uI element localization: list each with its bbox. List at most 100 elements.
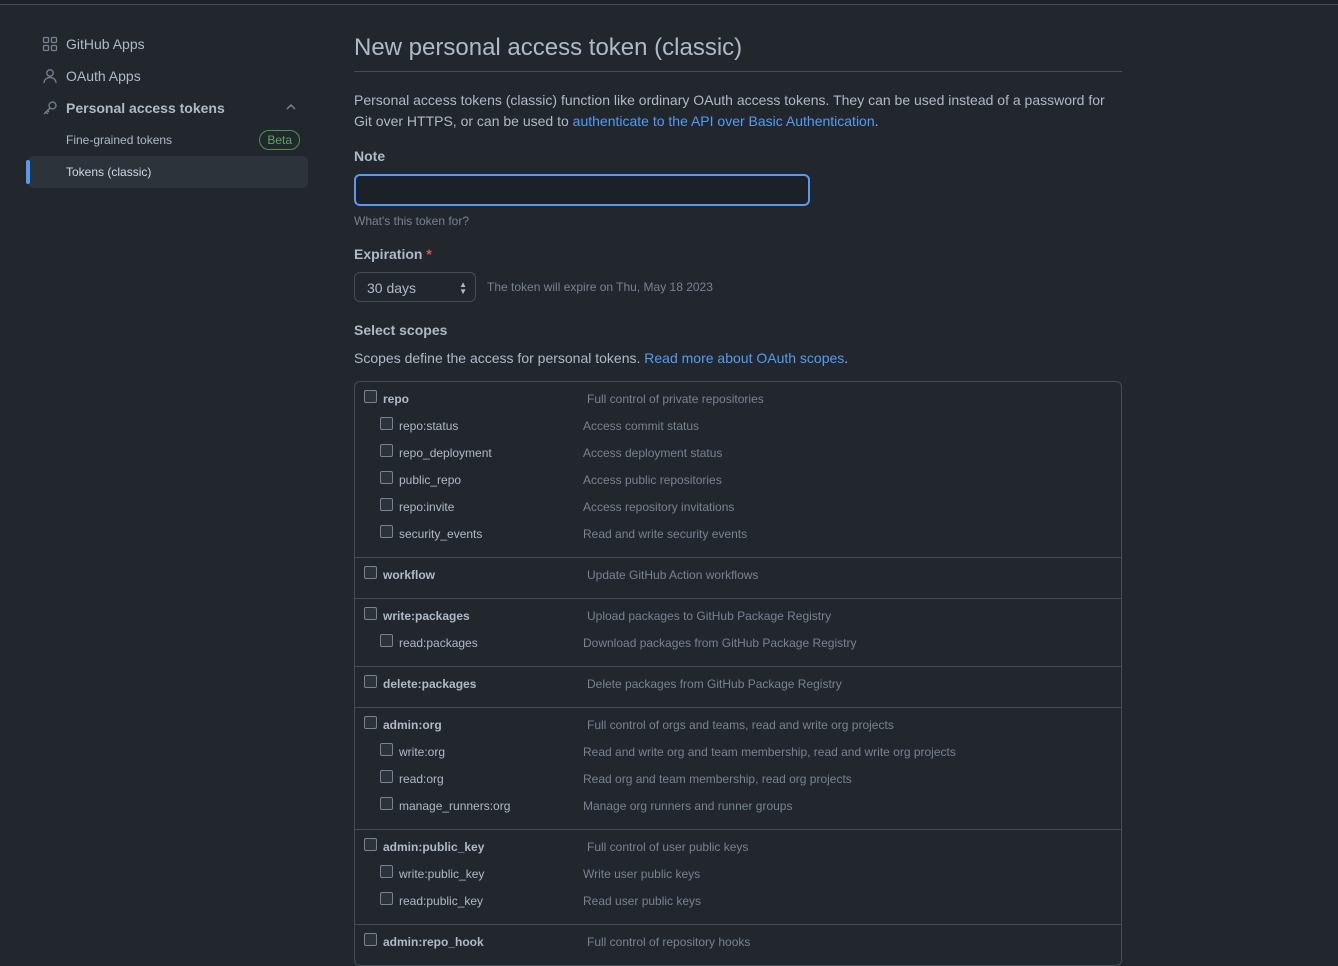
sub-scope-row: read:public_key Read user public keys [355,892,1121,919]
expiration-select[interactable]: 30 days ▲ ▼ [354,272,476,302]
scope-description: Read user public keys [583,894,702,908]
scope-checkbox[interactable] [364,566,377,579]
scope-name: admin:public_key [383,840,485,854]
page-description: Personal access tokens (classic) functio… [354,90,1122,132]
scope-group: admin:repo_hook Full control of repositor… [355,924,1121,965]
scope-name: write:public_key [399,867,485,881]
active-indicator [26,160,30,184]
person-icon [42,68,58,84]
scope-name: write:org [399,745,446,759]
scope-group: workflow Update GitHub Action workflows [355,557,1121,598]
main-content: New personal access token (classic) Pers… [354,28,1122,966]
scope-row: write:packages Upload packages to GitHub … [355,607,1121,634]
scope-checkbox[interactable] [380,797,393,810]
scope-description: Access repository invitations [583,500,735,514]
scope-checkbox[interactable] [380,865,393,878]
scope-checkbox[interactable] [380,471,393,484]
scope-name: admin:repo_hook [383,935,484,949]
scope-group: delete:packages Delete packages from GitH… [355,666,1121,707]
sub-scope-row: read:packages Download packages from GitH… [355,634,1121,661]
scope-row: admin:public_key Full control of user pub… [355,838,1121,865]
scope-checkbox[interactable] [364,838,377,851]
expiration-selected-value: 30 days [367,280,417,296]
scope-group: admin:public_key Full control of user pub… [355,829,1121,924]
expiration-label: Expiration * [354,246,1122,266]
scope-checkbox[interactable] [364,390,377,403]
scope-name: read:public_key [399,894,484,908]
scope-name: manage_runners:org [399,799,511,813]
scope-description: Full control of orgs and teams, read and… [587,718,894,732]
scope-description: Full control of private repositories [587,392,764,406]
sidebar-item-label: Fine-grained tokens [66,133,173,147]
settings-sidebar: GitHub Apps OAuth Apps Personal access t… [26,28,308,188]
scope-description: Download packages from GitHub Package Re… [583,636,857,650]
scope-row: delete:packages Delete packages from GitH… [355,675,1121,702]
basic-auth-link[interactable]: authenticate to the API over Basic Authe… [573,113,875,129]
scope-group: repo Full control of private repositories… [355,382,1121,557]
scope-checkbox[interactable] [364,933,377,946]
scope-checkbox[interactable] [380,634,393,647]
sidebar-item-oauth-apps[interactable]: OAuth Apps [28,60,308,92]
sub-scope-row: repo:status Access commit status [355,417,1121,444]
scope-description: Update GitHub Action workflows [587,568,759,582]
sub-scope-row: read:org Read org and team membership, re… [355,770,1121,797]
scope-description: Upload packages to GitHub Package Regist… [587,609,832,623]
expiration-row: 30 days ▲ ▼ The token will expire on Thu,… [354,272,1122,302]
sidebar-item-personal-access-tokens[interactable]: Personal access tokens [28,92,308,124]
scope-name: admin:org [383,718,442,732]
chevron-up-icon[interactable] [284,100,298,117]
scope-description: Read org and team membership, read org p… [583,772,852,786]
scope-row: admin:org Full control of orgs and teams,… [355,716,1121,743]
scope-checkbox[interactable] [380,525,393,538]
scope-checkbox[interactable] [380,498,393,511]
scope-description: Full control of user public keys [587,840,749,854]
scope-row: admin:repo_hook Full control of repositor… [355,933,1121,960]
scope-checkbox[interactable] [380,743,393,756]
note-input[interactable] [354,174,810,206]
sub-scope-row: public_repo Access public repositories [355,471,1121,498]
sidebar-item-label: GitHub Apps [66,36,145,52]
sidebar-item-tokens-classic[interactable]: Tokens (classic) [26,156,308,188]
sub-scope-row: repo_deployment Access deployment status [355,444,1121,471]
scope-description: Write user public keys [583,867,701,881]
scope-checkbox[interactable] [380,417,393,430]
scope-name: repo:status [399,419,459,433]
scope-checkbox[interactable] [364,607,377,620]
scope-checkbox[interactable] [364,716,377,729]
sidebar-item-github-apps[interactable]: GitHub Apps [28,28,308,60]
scope-name: repo_deployment [399,446,492,460]
sidebar-item-label: Tokens (classic) [66,165,152,179]
expiration-label-text: Expiration [354,246,423,262]
scope-name: delete:packages [383,677,477,691]
scope-description: Delete packages from GitHub Package Regi… [587,677,842,691]
page-title: New personal access token (classic) [354,28,1122,72]
scope-description: Access public repositories [583,473,722,487]
sub-scope-row: write:public_key Write user public keys [355,865,1121,892]
scope-name: public_repo [399,473,462,487]
scope-group: write:packages Upload packages to GitHub … [355,598,1121,666]
top-border [0,0,1338,5]
scope-checkbox[interactable] [380,892,393,905]
sidebar-item-label: Personal access tokens [66,100,225,116]
oauth-scopes-link[interactable]: Read more about OAuth scopes [644,350,844,366]
select-arrows-icon: ▲ ▼ [459,280,467,296]
note-hint: What's this token for? [354,214,470,228]
scope-checkbox[interactable] [380,770,393,783]
scope-name: repo [383,392,410,406]
scope-checkbox[interactable] [380,444,393,457]
select-scopes-label: Select scopes [354,322,448,338]
sub-scope-row: write:org Read and write org and team mem… [355,743,1121,770]
scopes-description: Scopes define the access for personal to… [354,350,1122,371]
sidebar-item-fine-grained-tokens[interactable]: Fine-grained tokens Beta [28,124,308,156]
sub-scope-row: manage_runners:org Manage org runners and… [355,797,1121,824]
scope-name: workflow [383,568,436,582]
scope-description: Full control of repository hooks [587,935,751,949]
scope-description: Access deployment status [583,446,723,460]
scope-name: write:packages [383,609,470,623]
scope-description: Access commit status [583,419,700,433]
scope-checkbox[interactable] [364,675,377,688]
key-icon [42,100,58,116]
scope-row: repo Full control of private repositories [355,390,1121,417]
beta-badge: Beta [259,130,300,150]
scope-name: read:packages [399,636,478,650]
